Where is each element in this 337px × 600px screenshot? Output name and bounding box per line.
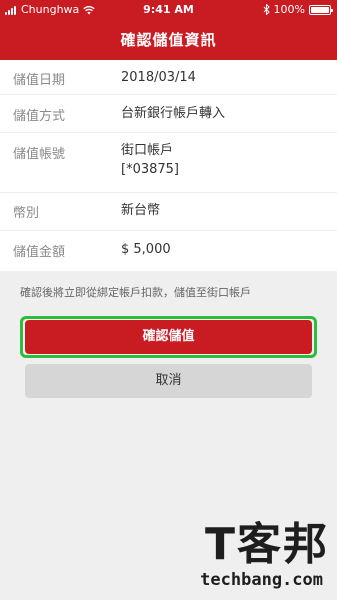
- notice-text: 確認後將立即從綁定帳戶扣款，儲值至街口帳戶: [20, 286, 251, 299]
- row-value: 街口帳戶: [121, 143, 174, 158]
- watermark-site: techbang.com: [200, 570, 323, 590]
- row-account: 儲值帳號 街口帳戶 [*03875]: [0, 133, 337, 193]
- row-currency: 幣別 新台幣: [0, 193, 337, 231]
- row-label: 儲值帳號: [13, 147, 66, 162]
- row-value: $ 5,000: [121, 242, 171, 257]
- page-title: 確認儲值資訊: [0, 20, 337, 60]
- status-bar: Chunghwa 9:41 AM 100%: [0, 0, 337, 20]
- battery-percent: 100%: [273, 3, 305, 16]
- confirm-button[interactable]: 確認儲值: [25, 320, 312, 354]
- row-value-account-number: [*03875]: [121, 162, 179, 177]
- row-value: 2018/03/14: [121, 70, 196, 85]
- row-label: 儲值方式: [13, 109, 66, 124]
- bluetooth-icon: [263, 4, 270, 15]
- row-label: 儲值金額: [13, 245, 66, 260]
- watermark-logo: T客邦: [204, 519, 329, 570]
- battery-icon: [309, 4, 333, 15]
- status-right: 100%: [263, 3, 333, 16]
- info-panel: 儲值日期 2018/03/14 儲值方式 台新銀行帳戶轉入 儲值帳號 街口帳戶 …: [0, 60, 337, 271]
- cancel-button[interactable]: 取消: [25, 364, 312, 398]
- row-value: 台新銀行帳戶轉入: [121, 106, 226, 121]
- watermark: T客邦 techbang.com: [169, 508, 329, 590]
- row-value: 新台幣: [121, 203, 161, 218]
- row-amount: 儲值金額 $ 5,000: [0, 231, 337, 271]
- row-date: 儲值日期 2018/03/14: [0, 60, 337, 95]
- row-method: 儲值方式 台新銀行帳戶轉入: [0, 95, 337, 133]
- row-label: 儲值日期: [13, 73, 66, 88]
- row-label: 幣別: [13, 206, 40, 221]
